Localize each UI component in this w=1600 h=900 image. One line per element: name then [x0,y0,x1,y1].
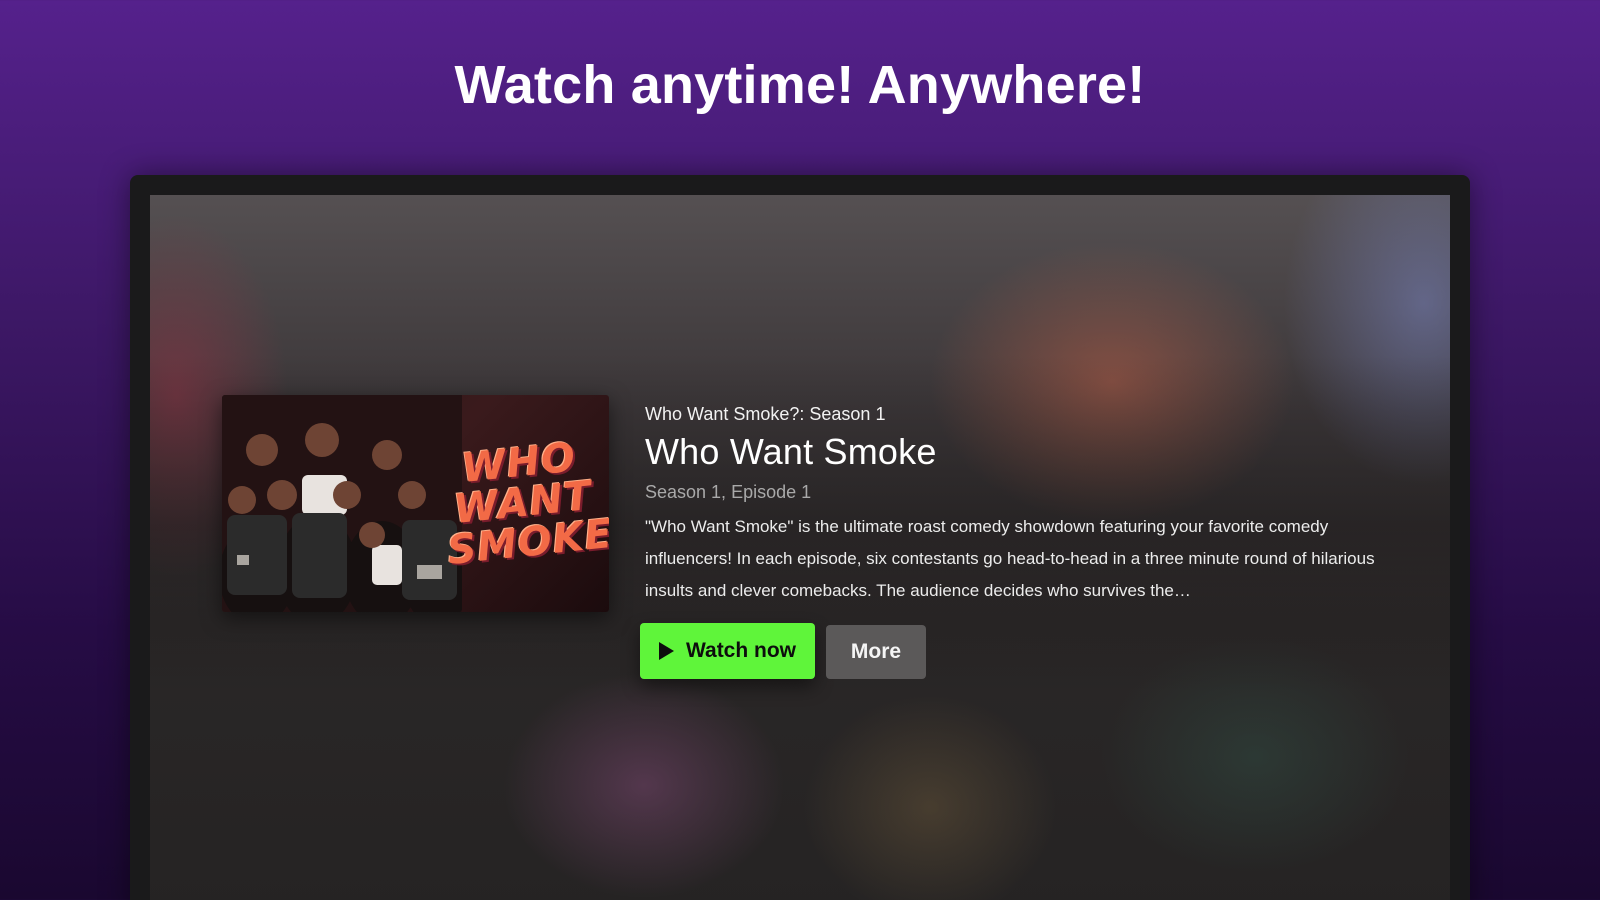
play-icon [658,642,674,660]
more-label: More [850,640,902,663]
tv-screen: WHO WANT SMOKE? Who Want Smoke?: Season … [150,195,1450,900]
episode-title: Who Want Smoke [645,431,937,472]
more-button[interactable]: More [826,625,926,679]
show-thumbnail[interactable]: WHO WANT SMOKE? [222,395,609,612]
series-season-label: Who Want Smoke?: Season 1 [645,404,886,424]
watch-now-button[interactable]: Watch now [640,623,815,679]
tv-frame: WHO WANT SMOKE? Who Want Smoke?: Season … [130,175,1470,900]
show-logo-art: WHO WANT SMOKE? [445,434,609,575]
cast-photo [222,395,462,612]
promo-headline: Watch anytime! Anywhere! [454,55,1146,115]
episode-description: "Who Want Smoke" is the ultimate roast c… [645,517,1375,600]
watch-now-label: Watch now [685,639,797,662]
episode-number: Season 1, Episode 1 [645,482,812,502]
